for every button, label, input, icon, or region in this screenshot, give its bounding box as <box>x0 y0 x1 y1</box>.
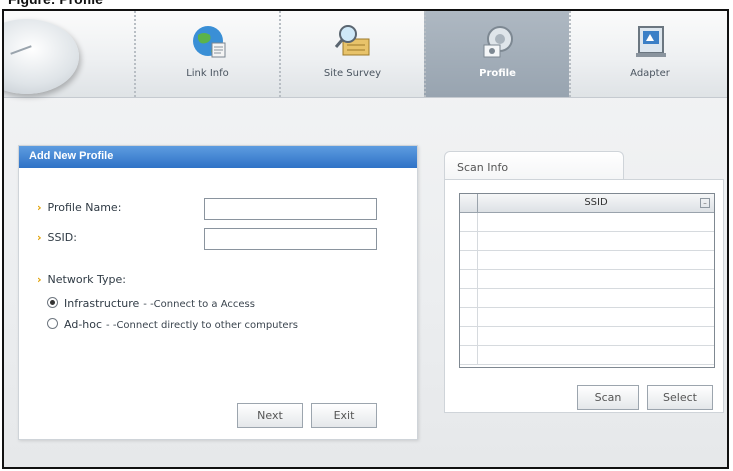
sort-icon[interactable]: – <box>700 198 710 208</box>
tab-scan-info[interactable]: Scan Info <box>444 151 624 181</box>
panel-title: Add New Profile <box>19 146 417 168</box>
tab-adapter[interactable]: Adapter <box>569 11 727 97</box>
site-survey-icon <box>333 21 373 61</box>
tab-label: Site Survey <box>323 68 382 79</box>
mouse-decoration-icon <box>4 19 79 94</box>
ssid-list[interactable]: SSID – <box>459 193 715 368</box>
arrow-icon: › <box>37 231 42 244</box>
ssid-label: SSID: <box>47 231 77 244</box>
infrastructure-radio[interactable] <box>47 297 58 308</box>
main-content: Add New Profile › Profile Name: › SSID: › N… <box>4 99 727 467</box>
option-description: - -Connect directly to other computers <box>106 320 298 331</box>
scan-info-panel: Scan Info SSID – Scan Select <box>444 151 724 413</box>
tab-site-survey[interactable]: Site Survey <box>279 11 424 97</box>
scan-button[interactable]: Scan <box>577 385 639 410</box>
row-select-cell <box>460 327 478 345</box>
globe-icon <box>188 21 228 61</box>
row-select-cell <box>460 213 478 231</box>
row-select-cell <box>460 270 478 288</box>
row-select-cell <box>460 308 478 326</box>
table-row[interactable] <box>460 232 714 251</box>
select-button[interactable]: Select <box>647 385 713 410</box>
profile-name-label: Profile Name: <box>47 201 122 214</box>
profile-name-row: › Profile Name: <box>37 201 121 214</box>
infrastructure-option[interactable]: Infrastructure - -Connect to a Access <box>47 297 255 310</box>
network-type-row: › Network Type: <box>37 273 126 286</box>
next-button[interactable]: Next <box>237 403 303 428</box>
profile-name-input[interactable] <box>204 198 377 220</box>
header-select-cell <box>460 194 478 212</box>
row-select-cell <box>460 232 478 250</box>
arrow-icon: › <box>37 273 42 286</box>
tab-label: Link Info <box>186 68 229 79</box>
row-select-cell <box>460 346 478 364</box>
tab-label: Adapter <box>630 68 670 79</box>
table-row[interactable] <box>460 289 714 308</box>
table-row[interactable] <box>460 346 714 365</box>
ssid-row: › SSID: <box>37 231 77 244</box>
scan-info-body: SSID – Scan Select <box>444 179 724 413</box>
adhoc-radio[interactable] <box>47 318 58 329</box>
exit-button[interactable]: Exit <box>311 403 377 428</box>
table-row[interactable] <box>460 270 714 289</box>
row-select-cell <box>460 251 478 269</box>
row-select-cell <box>460 289 478 307</box>
add-profile-panel: Add New Profile › Profile Name: › SSID: › N… <box>18 145 418 440</box>
table-row[interactable] <box>460 213 714 232</box>
tab-label: Profile <box>479 68 516 79</box>
app-window: Link Info Site Survey Profile Adapter Ad… <box>2 9 729 469</box>
table-row[interactable] <box>460 327 714 346</box>
arrow-icon: › <box>37 201 42 214</box>
table-row[interactable] <box>460 251 714 270</box>
option-description: - -Connect to a Access <box>143 299 255 310</box>
option-label: Infrastructure <box>64 297 140 310</box>
ssid-list-body <box>460 213 714 367</box>
ssid-column-header[interactable]: SSID <box>478 194 714 212</box>
table-row[interactable] <box>460 308 714 327</box>
tab-link-info[interactable]: Link Info <box>134 11 279 97</box>
top-tab-bar: Link Info Site Survey Profile Adapter <box>4 11 727 98</box>
network-type-label: Network Type: <box>47 273 126 286</box>
adapter-icon <box>630 21 670 61</box>
adhoc-option[interactable]: Ad-hoc - -Connect directly to other compu… <box>47 318 298 331</box>
ssid-input[interactable] <box>204 228 377 250</box>
ssid-list-header: SSID – <box>460 194 714 213</box>
profile-icon <box>478 21 518 61</box>
tab-profile[interactable]: Profile <box>424 11 569 97</box>
option-label: Ad-hoc <box>64 318 103 331</box>
